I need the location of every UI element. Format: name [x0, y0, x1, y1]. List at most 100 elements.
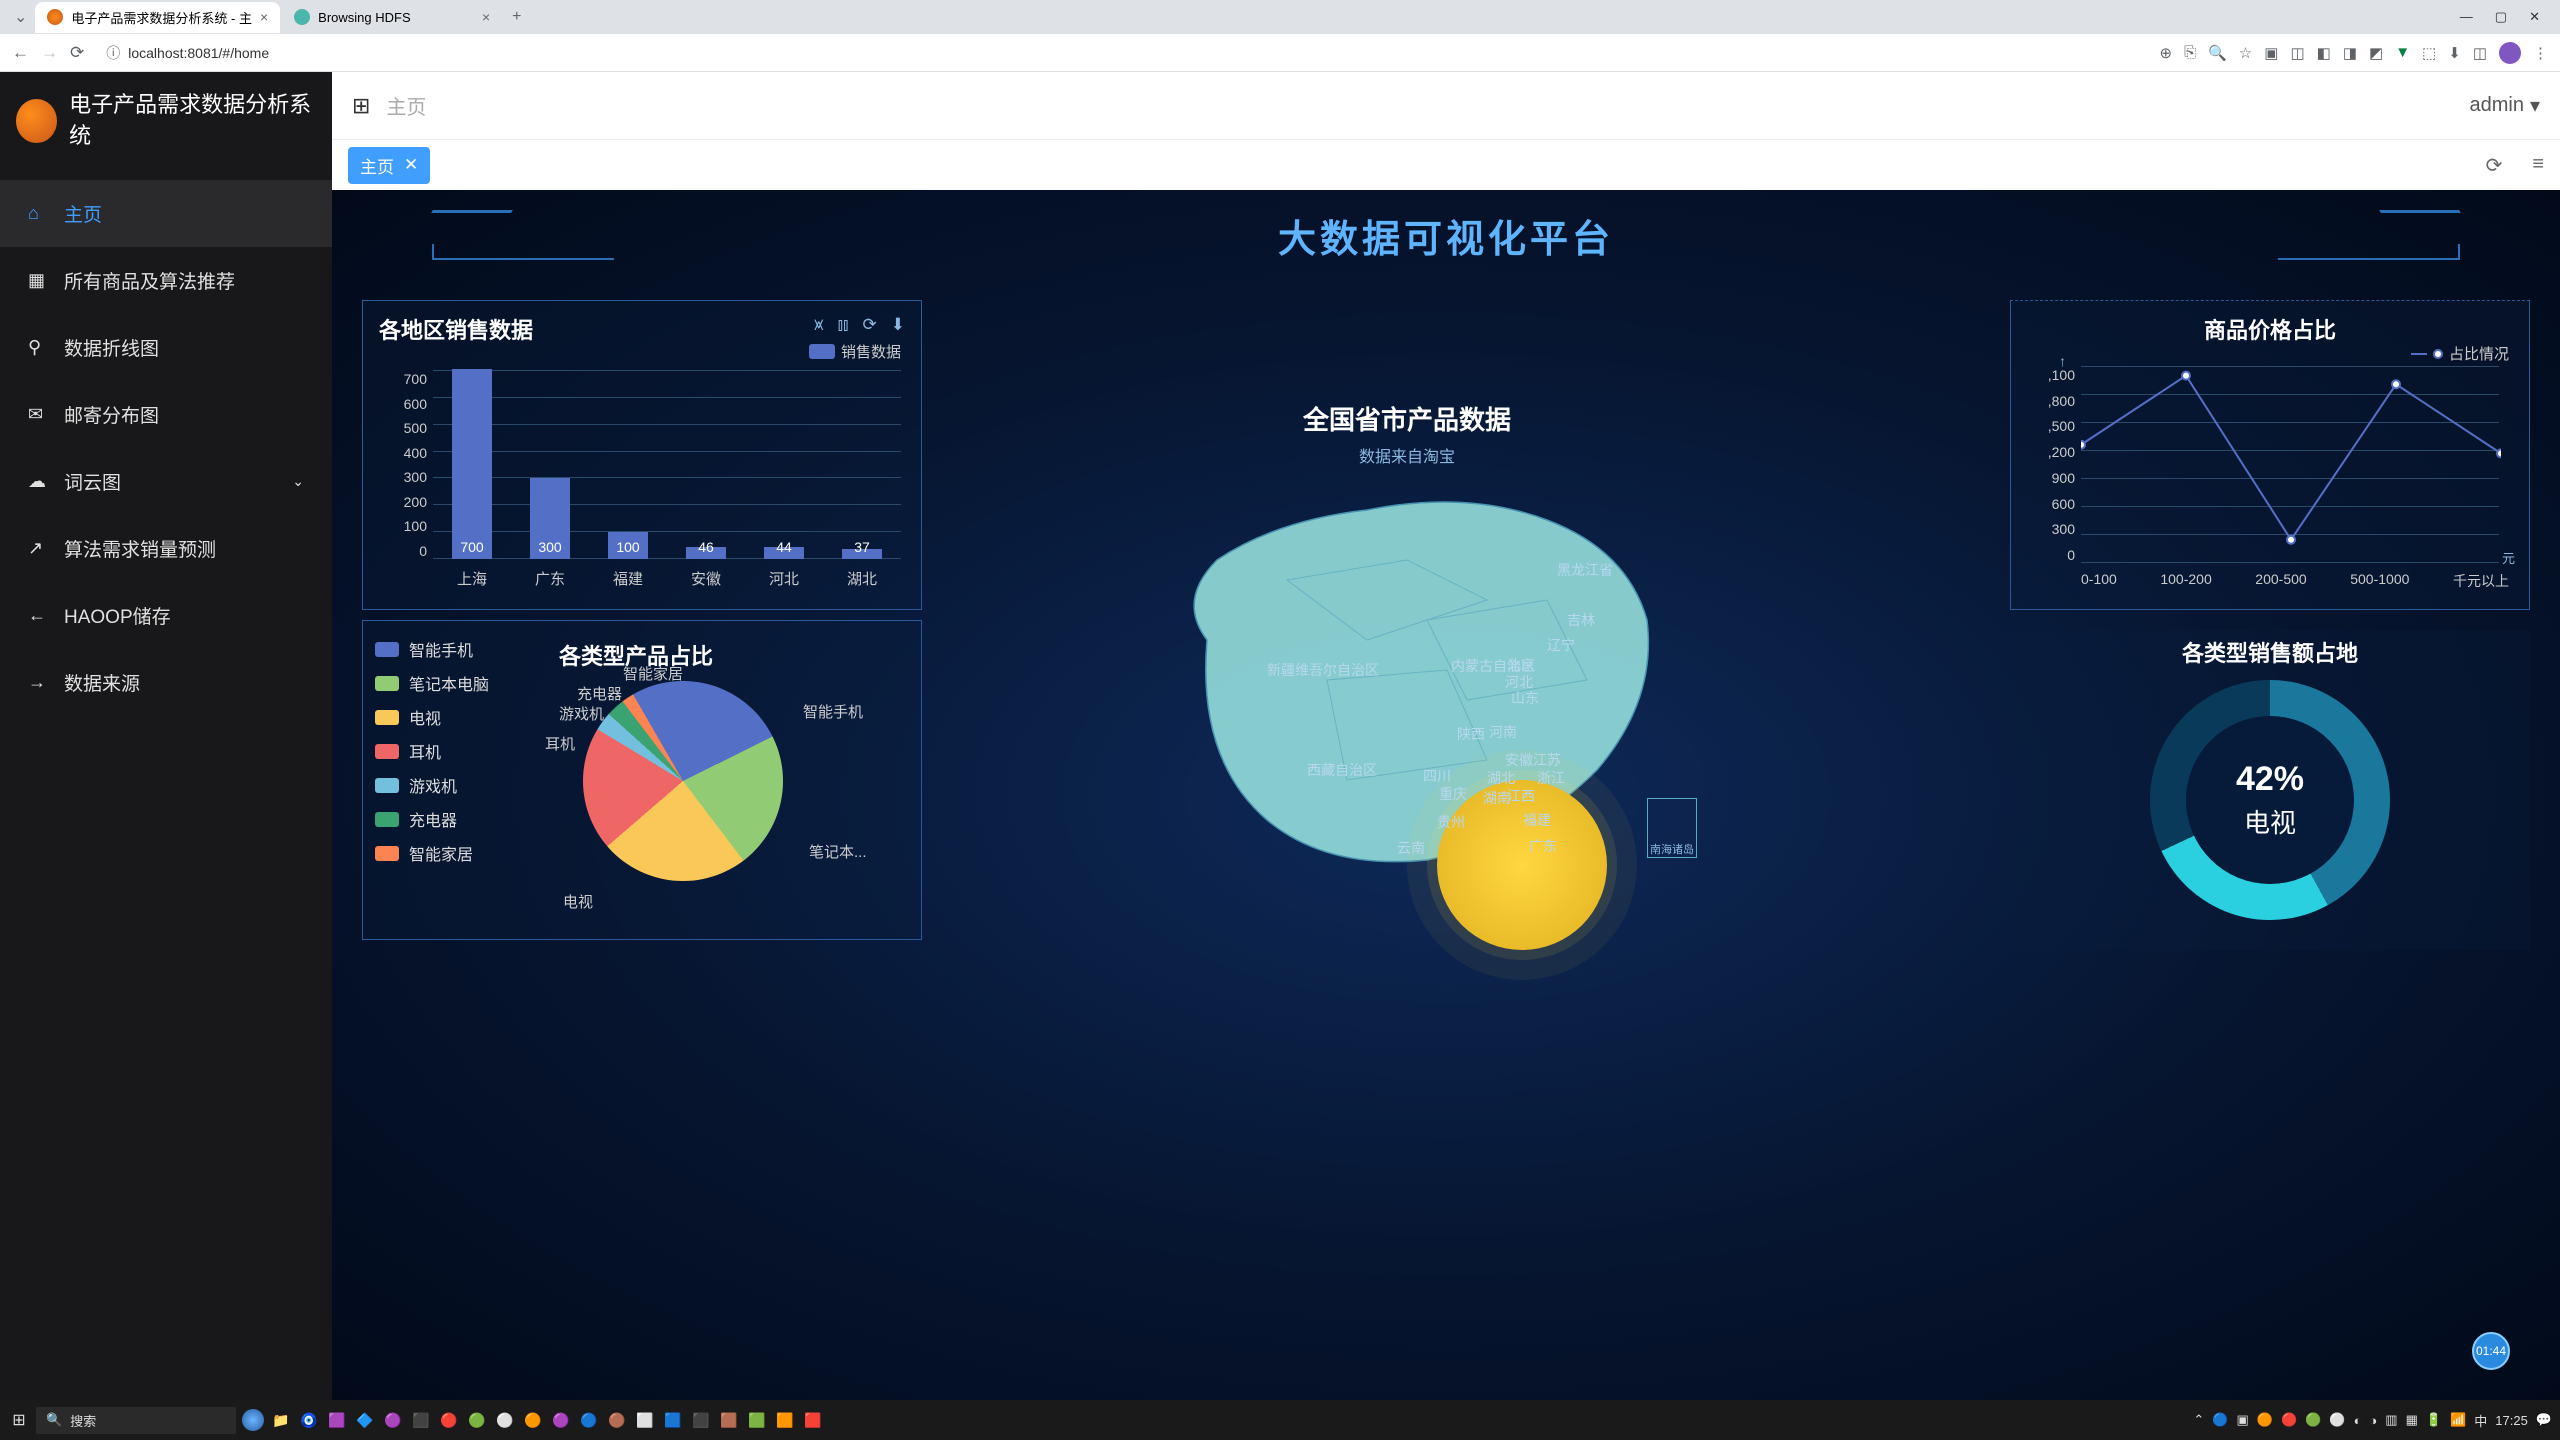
chart-save-icon[interactable]: ⬇: [891, 315, 905, 335]
tray-icon[interactable]: ▥: [2385, 1412, 2397, 1428]
tray-icon[interactable]: ◐: [2354, 1413, 2362, 1428]
ext-icon[interactable]: ▣: [2264, 44, 2278, 62]
profile-avatar[interactable]: [2499, 42, 2521, 64]
task-icon[interactable]: [242, 1409, 264, 1431]
tray-icon[interactable]: ▦: [2406, 1412, 2418, 1428]
new-tab-button[interactable]: +: [504, 2, 529, 32]
task-icon[interactable]: ⬛: [690, 1409, 712, 1431]
sidebar-item-linechart[interactable]: ⚲ 数据折线图: [0, 314, 332, 381]
ext-icon[interactable]: ⊕: [2160, 44, 2173, 62]
tray-icon[interactable]: 🔋: [2426, 1412, 2442, 1428]
settings-lines-icon[interactable]: ≡: [2532, 153, 2544, 178]
legend-item[interactable]: 游戏机: [375, 773, 489, 797]
sidebar-item-home[interactable]: ⌂ 主页: [0, 180, 332, 247]
tray-icon[interactable]: 🔵: [2212, 1412, 2228, 1428]
taskbar-search[interactable]: 🔍 搜索: [36, 1407, 236, 1434]
close-window-button[interactable]: ✕: [2529, 9, 2540, 25]
tray-icon[interactable]: 中: [2474, 1411, 2487, 1430]
maximize-button[interactable]: ▢: [2495, 9, 2507, 25]
task-icon[interactable]: 🔴: [438, 1409, 460, 1431]
ext-icon[interactable]: ◫: [2473, 44, 2487, 62]
menu-icon[interactable]: ⋮: [2533, 44, 2548, 62]
chart-bar-icon[interactable]: ⫾⫾: [838, 315, 849, 335]
task-icon[interactable]: ⬛: [410, 1409, 432, 1431]
page-tab-home[interactable]: 主页 ✕: [348, 147, 430, 184]
ext-icon[interactable]: ◩: [2369, 44, 2383, 62]
tray-icon[interactable]: ▣: [2237, 1412, 2249, 1428]
address-bar[interactable]: ⓘ localhost:8081/#/home: [96, 39, 2147, 67]
tray-icon[interactable]: 🔴: [2281, 1412, 2297, 1428]
ext-icon[interactable]: ⬚: [2422, 44, 2436, 62]
panel-china-map: 全国省市产品数据 数据来自淘宝 黑龙江省 吉林 辽宁 北京 河北 山东: [942, 300, 1872, 940]
sidebar-item-hadoop[interactable]: ← HAOOP储存: [0, 582, 332, 649]
tray-icon[interactable]: 📶: [2450, 1412, 2466, 1428]
task-icon[interactable]: 🟧: [774, 1409, 796, 1431]
legend-item[interactable]: 耳机: [375, 739, 489, 763]
close-icon[interactable]: ×: [482, 9, 490, 25]
download-icon[interactable]: ⬇: [2448, 44, 2461, 62]
tray-clock[interactable]: 17:25: [2495, 1413, 2528, 1428]
close-icon[interactable]: ×: [260, 9, 268, 25]
ext-icon[interactable]: ◧: [2317, 44, 2331, 62]
legend-item[interactable]: 智能手机: [375, 637, 489, 661]
apps-icon[interactable]: ⊞: [352, 93, 370, 119]
refresh-icon[interactable]: ⟳: [2486, 153, 2503, 178]
back-button[interactable]: ←: [12, 43, 29, 63]
chart-legend[interactable]: 销售数据: [809, 341, 901, 362]
task-icon[interactable]: 🟣: [550, 1409, 572, 1431]
task-icon[interactable]: 🟣: [382, 1409, 404, 1431]
x-axis: 0-100100-200200-500500-1000千元以上: [2081, 571, 2509, 591]
task-icon[interactable]: ⬜: [634, 1409, 656, 1431]
sidebar-item-mail[interactable]: ✉ 邮寄分布图: [0, 381, 332, 448]
task-icon[interactable]: 🟪: [326, 1409, 348, 1431]
tray-icon[interactable]: ◑: [2369, 1413, 2377, 1428]
task-icon[interactable]: 🔵: [578, 1409, 600, 1431]
task-icon[interactable]: 📁: [270, 1409, 292, 1431]
start-button[interactable]: ⊞: [8, 1409, 30, 1431]
legend-item[interactable]: 笔记本电脑: [375, 671, 489, 695]
float-timer-badge[interactable]: 01:44: [2472, 1332, 2510, 1370]
browser-tab-active[interactable]: 电子产品需求数据分析系统 - 主 ×: [35, 2, 280, 33]
sidebar-item-products[interactable]: ▦ 所有商品及算法推荐: [0, 247, 332, 314]
task-icon[interactable]: 🟤: [606, 1409, 628, 1431]
sidebar-item-wordcloud[interactable]: ☁ 词云图 ⌄: [0, 448, 332, 515]
panel-product-ratio: 各类型产品占比 智能手机笔记本电脑电视耳机游戏机充电器智能家居 智能家居 充电器…: [362, 620, 922, 940]
translate-icon[interactable]: ⎘: [2184, 44, 2196, 61]
star-icon[interactable]: ☆: [2239, 44, 2252, 62]
chart-restore-icon[interactable]: ⟳: [863, 315, 877, 335]
tray-icon[interactable]: 🟢: [2305, 1412, 2321, 1428]
task-icon[interactable]: ⚪: [494, 1409, 516, 1431]
tabs-menu-icon[interactable]: ⌄: [8, 7, 33, 27]
task-icon[interactable]: 🔷: [354, 1409, 376, 1431]
site-info-icon[interactable]: ⓘ: [106, 43, 120, 63]
task-icon[interactable]: 🟠: [522, 1409, 544, 1431]
zoom-icon[interactable]: 🔍: [2208, 44, 2227, 62]
chart-line-icon[interactable]: ⩙: [814, 315, 824, 335]
close-icon[interactable]: ✕: [404, 155, 418, 175]
sidebar-item-source[interactable]: → 数据来源: [0, 649, 332, 716]
legend-item[interactable]: 充电器: [375, 807, 489, 831]
tray-icon[interactable]: ⚪: [2329, 1412, 2345, 1428]
task-icon[interactable]: 🟢: [466, 1409, 488, 1431]
task-icon[interactable]: 🟦: [662, 1409, 684, 1431]
ext-icon[interactable]: ◫: [2290, 44, 2304, 62]
ext-icon[interactable]: ◨: [2343, 44, 2357, 62]
user-menu[interactable]: admin ▾: [2469, 93, 2540, 118]
legend-item[interactable]: 智能家居: [375, 841, 489, 865]
tray-icon[interactable]: ⌃: [2193, 1412, 2204, 1428]
tray-icon[interactable]: 💬: [2536, 1412, 2552, 1428]
browser-tab-inactive[interactable]: Browsing HDFS ×: [282, 3, 502, 31]
reload-button[interactable]: ⟳: [70, 43, 84, 63]
sidebar-item-forecast[interactable]: ↗ 算法需求销量预测: [0, 515, 332, 582]
forward-button[interactable]: →: [41, 43, 58, 63]
tray-icon[interactable]: 🟠: [2257, 1412, 2273, 1428]
china-map-graphic[interactable]: 黑龙江省 吉林 辽宁 北京 河北 山东 陕西 河南 安徽 江苏 湖北 浙江 四川…: [1127, 460, 1687, 880]
chart-legend[interactable]: 占比情况: [2411, 343, 2509, 364]
task-icon[interactable]: 🧿: [298, 1409, 320, 1431]
minimize-button[interactable]: —: [2460, 9, 2473, 25]
task-icon[interactable]: 🟩: [746, 1409, 768, 1431]
task-icon[interactable]: 🟫: [718, 1409, 740, 1431]
legend-item[interactable]: 电视: [375, 705, 489, 729]
ext-icon[interactable]: ▼: [2395, 44, 2410, 61]
task-icon[interactable]: 🟥: [802, 1409, 824, 1431]
